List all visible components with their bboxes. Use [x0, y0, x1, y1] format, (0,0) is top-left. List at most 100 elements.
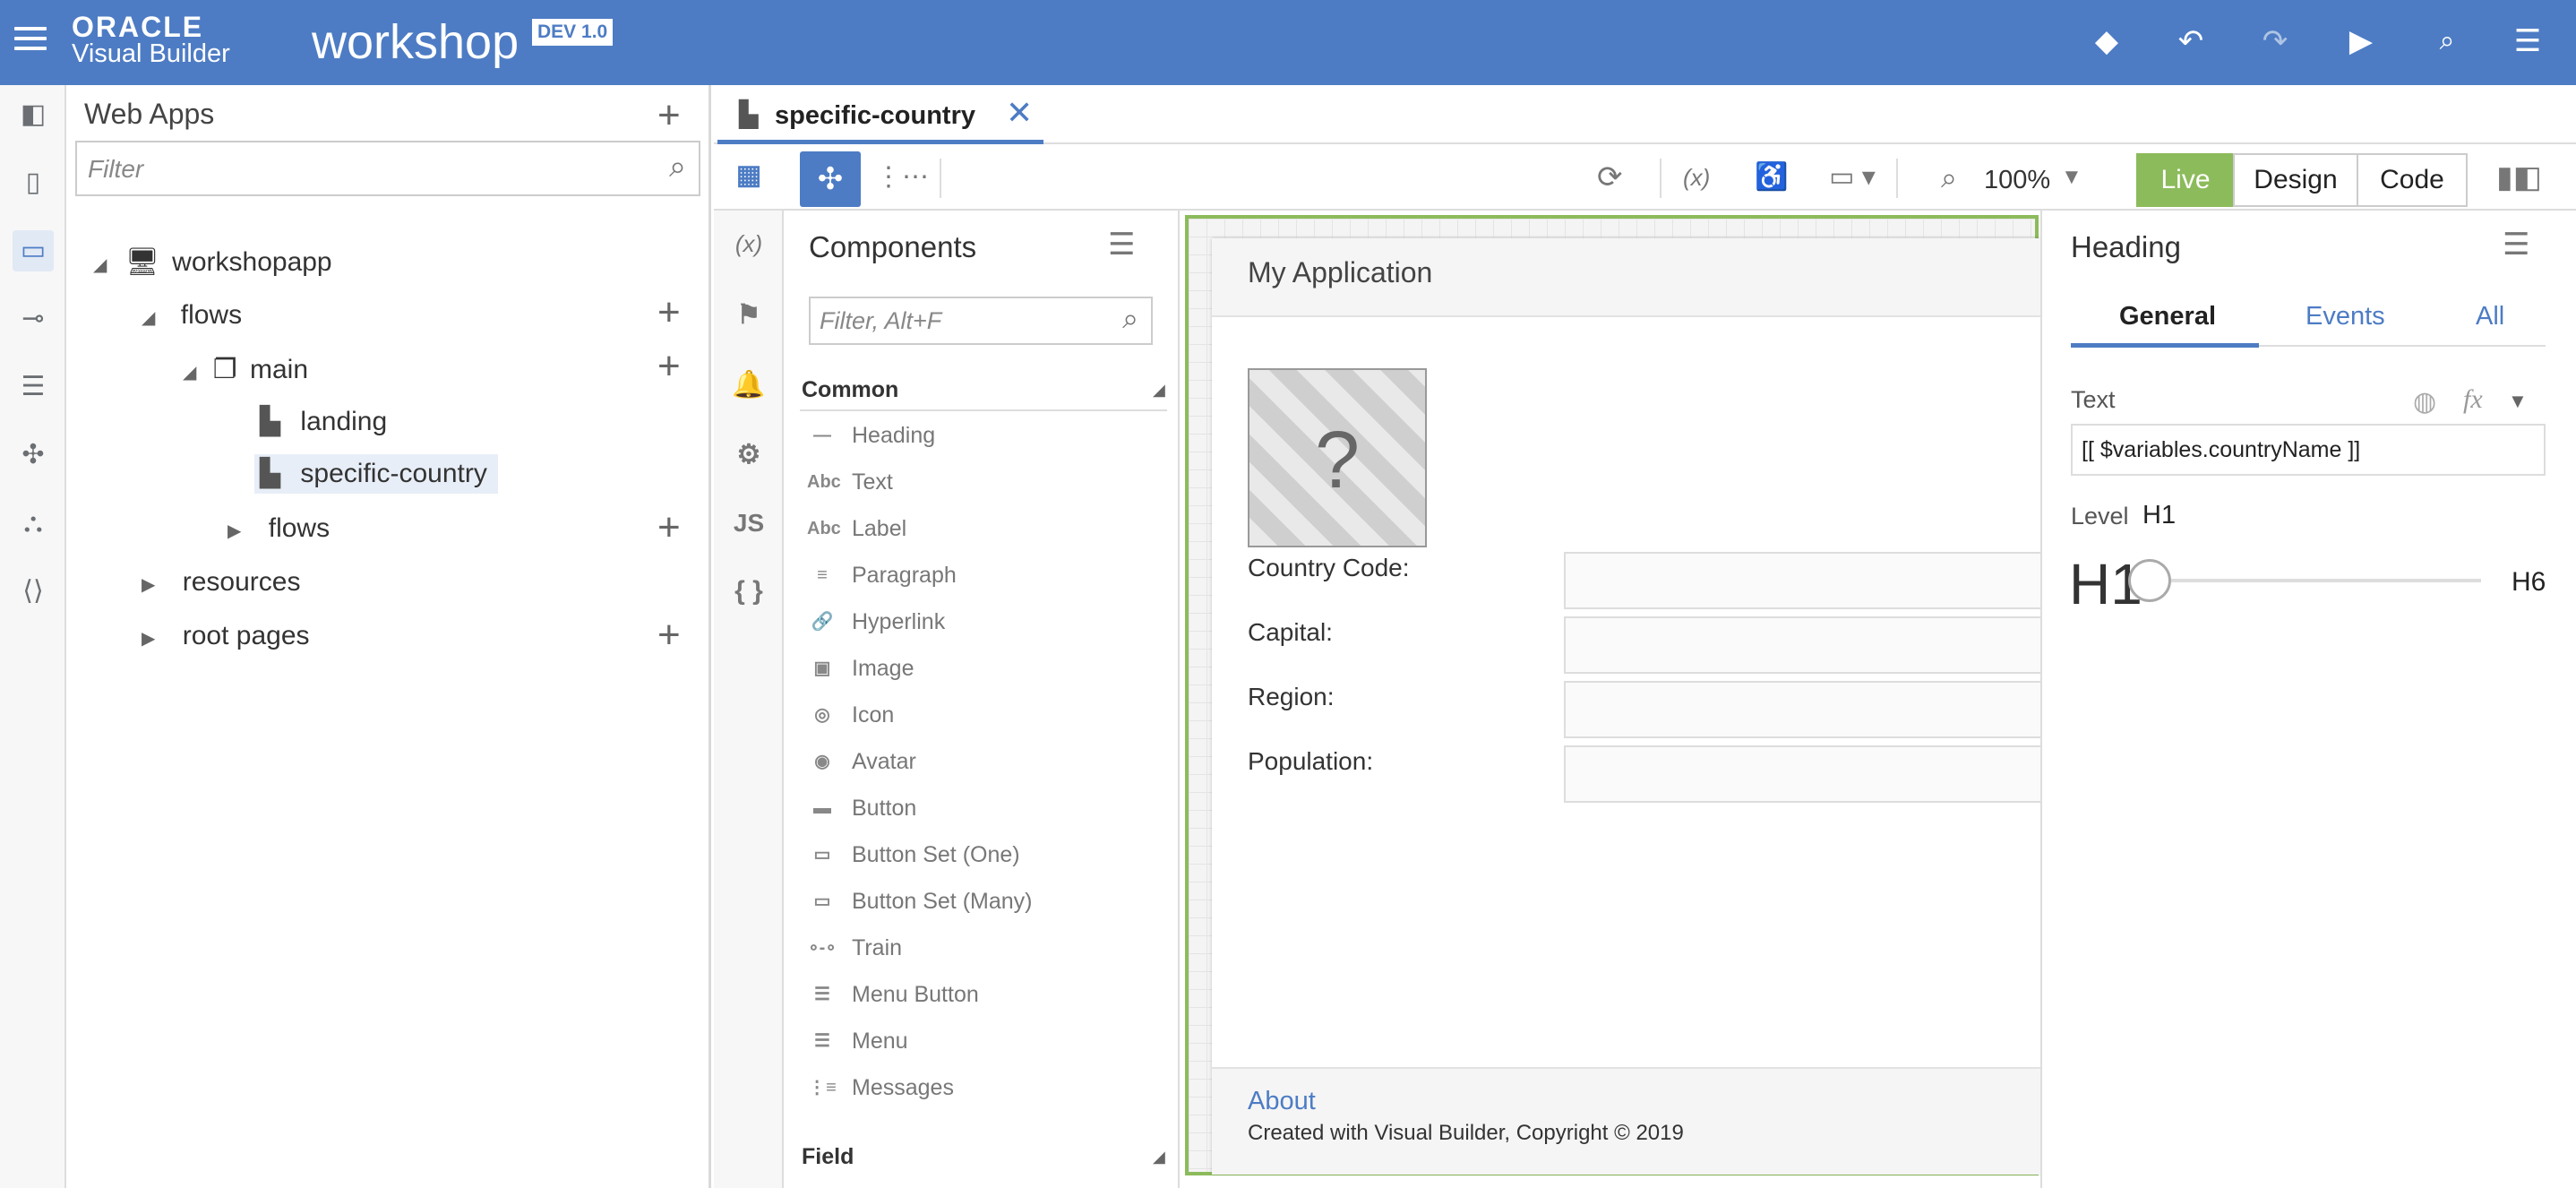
palette-filter-input[interactable]: Filter, Alt+F ⌕	[809, 297, 1153, 345]
page-icon: ▙	[260, 407, 281, 436]
expand-triangle-icon[interactable]: ▶	[142, 629, 155, 649]
text-value-input[interactable]: [[ $variables.countryName ]]	[2071, 424, 2546, 476]
section-field[interactable]: Field	[802, 1144, 854, 1170]
components-view-icon[interactable]: ✣	[800, 151, 861, 207]
javascript-icon[interactable]: JS	[728, 503, 769, 544]
tree-item-root-pages[interactable]: ▶ root pages	[142, 621, 310, 651]
zoom-level[interactable]: 100%	[1984, 166, 2050, 195]
country-code-field[interactable]	[1564, 552, 2065, 609]
slider-max-label: H6	[2512, 567, 2546, 597]
collapse-triangle-icon[interactable]: ◢	[142, 308, 155, 328]
collapse-triangle-icon[interactable]: ◢	[183, 363, 196, 383]
accessibility-icon[interactable]: ♿	[1755, 157, 1788, 198]
dropdown-arrow-icon[interactable]: ▼	[2508, 390, 2528, 413]
section-collapse-icon[interactable]: ◢	[1153, 381, 1165, 400]
palette-item-label: Avatar	[852, 749, 916, 774]
tree-item-landing[interactable]: ▙ landing	[260, 406, 568, 445]
palette-item-label: Hyperlink	[852, 609, 946, 634]
page-designer-icon[interactable]: ▦	[728, 155, 769, 196]
code-mode-button[interactable]: Code	[2357, 153, 2468, 207]
web-apps-icon[interactable]: ▭	[13, 230, 54, 271]
add-web-app-button[interactable]: +	[657, 96, 681, 135]
close-tab-icon[interactable]: ✕	[1006, 94, 1033, 132]
design-mode-button[interactable]: Design	[2233, 153, 2358, 207]
properties-menu-icon[interactable]: ☰	[2503, 227, 2529, 263]
zoom-dropdown-icon[interactable]: ▼	[2061, 157, 2082, 198]
text-label: Text	[2071, 386, 2116, 413]
tree-item-sub-flows[interactable]: ▶ flows	[228, 513, 330, 544]
tree-item-specific-country[interactable]: ▙ specific-country	[254, 454, 498, 494]
app-footer: About Created with Visual Builder, Copyr…	[1212, 1067, 2045, 1175]
panel-title: Web Apps	[84, 98, 215, 130]
expression-fx-icon[interactable]: fx	[2463, 384, 2483, 415]
tab-all[interactable]: All	[2476, 302, 2504, 331]
level-slider-thumb[interactable]	[2128, 559, 2171, 602]
hyperlink-icon: 🔗	[811, 612, 834, 632]
translate-globe-icon[interactable]: ◍	[2413, 386, 2436, 418]
section-collapse-icon[interactable]: ◢	[1153, 1148, 1165, 1166]
population-field[interactable]	[1564, 745, 2065, 803]
collapse-triangle-icon[interactable]: ◢	[93, 255, 107, 275]
hamburger-menu-icon[interactable]	[14, 27, 47, 59]
capital-field[interactable]	[1564, 616, 2065, 674]
level-slider-track[interactable]	[2150, 579, 2481, 582]
about-link[interactable]: About	[1248, 1087, 1316, 1116]
structure-view-icon[interactable]: ⋮⋯	[875, 157, 929, 198]
button-icon: ▬	[813, 798, 831, 818]
design-canvas[interactable]: My Application ? Country Code: Capital: …	[1185, 215, 2065, 1175]
add-page-button[interactable]: +	[657, 347, 681, 386]
tree-item-flows[interactable]: ◢ flows	[142, 300, 242, 331]
population-label: Population:	[1248, 747, 1374, 775]
search-icon[interactable]: ⌕	[2427, 22, 2467, 61]
source-view-icon[interactable]: ⟨⟩	[13, 571, 54, 612]
add-subflow-button[interactable]: +	[657, 508, 681, 547]
toggle-properties-icon[interactable]: ▮◧	[2496, 157, 2542, 198]
add-root-page-button[interactable]: +	[657, 616, 681, 655]
tab-specific-country[interactable]: ▙ specific-country ✕	[717, 85, 1043, 144]
live-mode-button[interactable]: Live	[2136, 153, 2235, 207]
variables-icon[interactable]: (x)	[1683, 157, 1710, 198]
palette-item-label: Button	[852, 796, 917, 821]
image-placeholder[interactable]: ?	[1248, 368, 1427, 547]
flow-icon: ❐	[212, 355, 237, 384]
app-header: ORACLE Visual Builder workshop DEV 1.0 ◆…	[0, 0, 2576, 85]
region-field[interactable]	[1564, 681, 2065, 738]
search-icon: ⌕	[668, 150, 686, 184]
palette-item-label: Text	[852, 469, 893, 495]
expand-triangle-icon[interactable]: ▶	[228, 521, 241, 541]
add-flow-button[interactable]: +	[657, 293, 681, 332]
tab-events[interactable]: Events	[2306, 302, 2385, 331]
device-size-dropdown-icon[interactable]: ▭ ▾	[1821, 157, 1884, 198]
collapse-panel-icon[interactable]: ◧	[13, 94, 54, 135]
json-icon[interactable]: { }	[728, 571, 769, 612]
section-common[interactable]: Common	[802, 377, 898, 403]
tree-item-workshopapp[interactable]: ◢ 🖥 workshopapp	[93, 246, 332, 278]
palette-menu-icon[interactable]: ☰	[1108, 227, 1135, 263]
services-icon[interactable]: ⊸	[13, 298, 54, 340]
settings-gear-icon[interactable]: ⚙	[728, 435, 769, 476]
web-apps-panel: Web Apps + Filter ⌕ ◢ 🖥 workshopapp ◢ fl…	[66, 85, 711, 1188]
events-bell-icon[interactable]: 🔔	[728, 365, 769, 406]
tab-general[interactable]: General	[2119, 302, 2216, 331]
filter-input[interactable]: Filter ⌕	[75, 141, 700, 196]
git-icon[interactable]: ◆	[2087, 22, 2126, 61]
refresh-icon[interactable]: ⟳	[1597, 157, 1623, 198]
menu-icon[interactable]: ☰	[2508, 22, 2547, 61]
tree-item-resources[interactable]: ▶ resources	[142, 567, 300, 598]
expand-triangle-icon[interactable]: ▶	[142, 575, 155, 595]
processes-icon[interactable]: ⛬	[13, 503, 54, 544]
tree-item-main[interactable]: ◢ ❐ main	[183, 354, 308, 385]
run-icon[interactable]: ▶	[2341, 22, 2381, 61]
menu-button-icon: ☰	[814, 985, 830, 1004]
actions-flag-icon[interactable]: ⚑	[728, 295, 769, 336]
components-icon[interactable]: ✣	[13, 435, 54, 476]
redo-icon[interactable]: ↷	[2255, 22, 2295, 61]
app-header-bar[interactable]: My Application	[1212, 238, 2045, 317]
variables-icon[interactable]: (x)	[728, 223, 769, 264]
tree-label: root pages	[182, 621, 310, 650]
business-objects-icon[interactable]: ☰	[13, 366, 54, 408]
level-value: H1	[2142, 501, 2177, 529]
undo-icon[interactable]: ↶	[2171, 22, 2211, 61]
filter-placeholder: Filter, Alt+F	[820, 307, 942, 334]
mobile-apps-icon[interactable]: ▯	[13, 162, 54, 203]
